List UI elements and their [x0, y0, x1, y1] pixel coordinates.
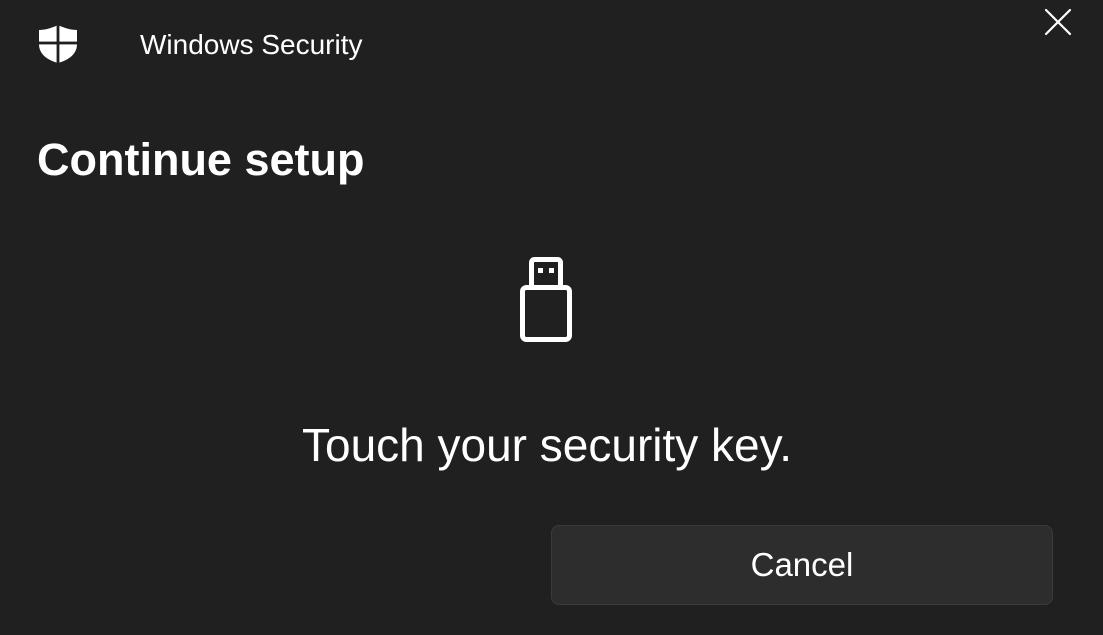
security-dialog: Windows Security Continue setup Touch yo… — [0, 0, 1103, 635]
cancel-button[interactable]: Cancel — [551, 525, 1053, 605]
page-title: Continue setup — [37, 134, 365, 185]
close-button[interactable] — [1034, 0, 1082, 48]
close-icon — [1044, 8, 1072, 41]
shield-icon — [38, 24, 78, 64]
usb-security-key-icon — [518, 257, 574, 345]
app-title: Windows Security — [140, 29, 363, 60]
instruction-message: Touch your security key. — [301, 419, 792, 471]
